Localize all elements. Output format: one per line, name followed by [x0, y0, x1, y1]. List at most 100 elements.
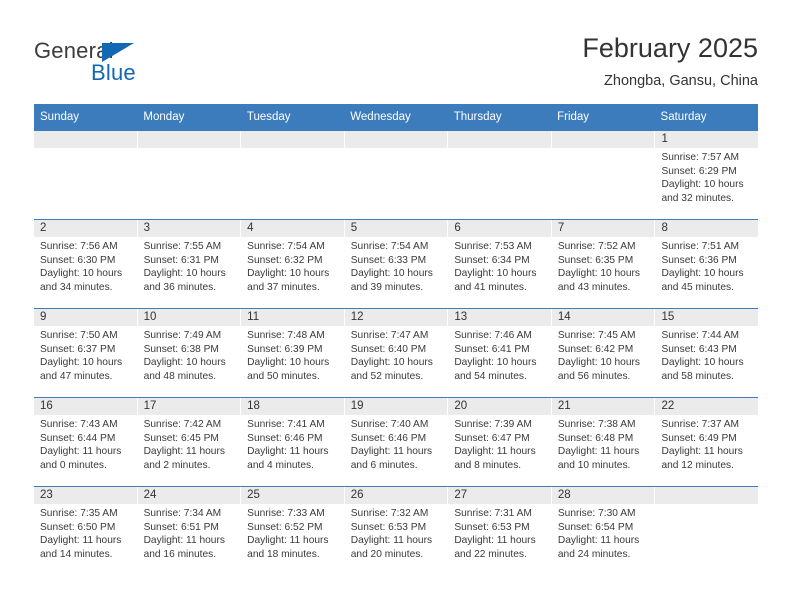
day-number: 11 — [241, 309, 344, 326]
weekday-header-monday: Monday — [143, 111, 185, 123]
day-number: 26 — [344, 487, 448, 504]
day-cell[interactable]: 3 Sunrise: 7:55 AM Sunset: 6:31 PM Dayli… — [137, 220, 242, 308]
day-details: Sunrise: 7:52 AM Sunset: 6:35 PM Dayligh… — [552, 237, 655, 294]
day-cell[interactable]: 23 Sunrise: 7:35 AM Sunset: 6:50 PM Dayl… — [34, 487, 138, 575]
day-details: Sunrise: 7:45 AM Sunset: 6:42 PM Dayligh… — [552, 326, 655, 383]
sunset-text: Sunset: 6:53 PM — [454, 521, 530, 533]
day-cell[interactable]: 8 Sunrise: 7:51 AM Sunset: 6:36 PM Dayli… — [655, 220, 759, 308]
daylight-line1: Daylight: 11 hours — [247, 446, 329, 458]
sunset-text: Sunset: 6:30 PM — [40, 254, 116, 266]
day-number: 1 — [655, 131, 759, 148]
day-cell[interactable] — [344, 131, 449, 219]
week-row: 2 Sunrise: 7:56 AM Sunset: 6:30 PM Dayli… — [34, 219, 759, 308]
day-number: 25 — [241, 487, 344, 504]
day-cell[interactable]: 10 Sunrise: 7:49 AM Sunset: 6:38 PM Dayl… — [137, 309, 242, 397]
sunset-text: Sunset: 6:46 PM — [247, 432, 323, 444]
day-cell[interactable] — [137, 131, 242, 219]
daylight-line1: Daylight: 11 hours — [557, 535, 640, 547]
day-cell[interactable]: 22 Sunrise: 7:37 AM Sunset: 6:49 PM Dayl… — [655, 398, 759, 486]
day-cell[interactable] — [241, 131, 345, 219]
daylight-line2: and 10 minutes. — [557, 459, 631, 471]
sunrise-text: Sunrise: 7:39 AM — [454, 419, 532, 430]
day-cell[interactable] — [34, 131, 138, 219]
day-cell[interactable]: 20 Sunrise: 7:39 AM Sunset: 6:47 PM Dayl… — [448, 398, 552, 486]
sunset-text: Sunset: 6:35 PM — [557, 254, 634, 266]
day-number: 17 — [137, 398, 241, 415]
day-cell[interactable]: 28 Sunrise: 7:30 AM Sunset: 6:54 PM Dayl… — [551, 487, 656, 575]
day-details: Sunrise: 7:50 AM Sunset: 6:37 PM Dayligh… — [34, 326, 137, 383]
daylight-line2: and 58 minutes. — [661, 370, 734, 382]
day-number: 24 — [137, 487, 241, 504]
day-number — [241, 131, 344, 148]
day-cell[interactable] — [448, 131, 552, 219]
day-cell[interactable]: 19 Sunrise: 7:40 AM Sunset: 6:46 PM Dayl… — [344, 398, 449, 486]
day-number: 3 — [137, 220, 241, 237]
daylight-line1: Daylight: 11 hours — [454, 446, 536, 458]
day-cell[interactable]: 15 Sunrise: 7:44 AM Sunset: 6:43 PM Dayl… — [655, 309, 759, 397]
daylight-line2: and 52 minutes. — [350, 370, 424, 382]
sunset-text: Sunset: 6:41 PM — [454, 343, 530, 355]
daylight-line2: and 47 minutes. — [40, 370, 113, 382]
day-number: 13 — [448, 309, 551, 326]
day-cell[interactable]: 26 Sunrise: 7:32 AM Sunset: 6:53 PM Dayl… — [344, 487, 449, 575]
daylight-line2: and 43 minutes. — [557, 281, 631, 293]
day-cell[interactable] — [551, 131, 656, 219]
day-cell[interactable]: 21 Sunrise: 7:38 AM Sunset: 6:48 PM Dayl… — [551, 398, 656, 486]
sunrise-text: Sunrise: 7:44 AM — [661, 330, 740, 341]
day-cell[interactable]: 5 Sunrise: 7:54 AM Sunset: 6:33 PM Dayli… — [344, 220, 449, 308]
sunset-text: Sunset: 6:31 PM — [143, 254, 219, 266]
day-cell[interactable]: 16 Sunrise: 7:43 AM Sunset: 6:44 PM Dayl… — [34, 398, 138, 486]
daylight-line1: Daylight: 11 hours — [143, 446, 225, 458]
sunset-text: Sunset: 6:46 PM — [350, 432, 427, 444]
sunset-text: Sunset: 6:34 PM — [454, 254, 530, 266]
sunrise-text: Sunrise: 7:54 AM — [350, 241, 429, 252]
day-number: 16 — [34, 398, 137, 415]
day-details: Sunrise: 7:30 AM Sunset: 6:54 PM Dayligh… — [552, 504, 655, 561]
day-number: 7 — [551, 220, 655, 237]
daylight-line2: and 41 minutes. — [454, 281, 527, 293]
day-cell[interactable]: 17 Sunrise: 7:42 AM Sunset: 6:45 PM Dayl… — [137, 398, 242, 486]
day-details: Sunrise: 7:33 AM Sunset: 6:52 PM Dayligh… — [241, 504, 344, 561]
daylight-line1: Daylight: 10 hours — [661, 357, 744, 369]
day-number: 14 — [551, 309, 655, 326]
day-cell[interactable]: 11 Sunrise: 7:48 AM Sunset: 6:39 PM Dayl… — [241, 309, 345, 397]
day-cell[interactable]: 25 Sunrise: 7:33 AM Sunset: 6:52 PM Dayl… — [241, 487, 345, 575]
day-cell[interactable]: 2 Sunrise: 7:56 AM Sunset: 6:30 PM Dayli… — [34, 220, 138, 308]
day-number: 23 — [34, 487, 137, 504]
day-cell[interactable]: 13 Sunrise: 7:46 AM Sunset: 6:41 PM Dayl… — [448, 309, 552, 397]
day-details: Sunrise: 7:49 AM Sunset: 6:38 PM Dayligh… — [138, 326, 241, 383]
sunrise-text: Sunrise: 7:49 AM — [143, 330, 222, 341]
daylight-line2: and 0 minutes. — [40, 459, 107, 471]
daylight-line1: Daylight: 10 hours — [247, 357, 330, 369]
day-number: 4 — [241, 220, 344, 237]
daylight-line2: and 39 minutes. — [350, 281, 424, 293]
day-details — [34, 148, 137, 151]
day-cell[interactable]: 7 Sunrise: 7:52 AM Sunset: 6:35 PM Dayli… — [551, 220, 656, 308]
day-number: 8 — [655, 220, 759, 237]
daylight-line2: and 36 minutes. — [143, 281, 217, 293]
sunrise-text: Sunrise: 7:31 AM — [454, 508, 532, 519]
day-cell[interactable]: 1 Sunrise: 7:57 AM Sunset: 6:29 PM Dayli… — [655, 131, 759, 219]
day-cell[interactable]: 9 Sunrise: 7:50 AM Sunset: 6:37 PM Dayli… — [34, 309, 138, 397]
day-number: 27 — [448, 487, 551, 504]
day-cell[interactable]: 27 Sunrise: 7:31 AM Sunset: 6:53 PM Dayl… — [448, 487, 552, 575]
day-details: Sunrise: 7:48 AM Sunset: 6:39 PM Dayligh… — [241, 326, 344, 383]
daylight-line2: and 54 minutes. — [454, 370, 527, 382]
day-cell[interactable]: 24 Sunrise: 7:34 AM Sunset: 6:51 PM Dayl… — [137, 487, 242, 575]
day-cell[interactable] — [655, 487, 759, 575]
day-number: 22 — [655, 398, 759, 415]
daylight-line1: Daylight: 10 hours — [557, 268, 641, 280]
day-cell[interactable]: 14 Sunrise: 7:45 AM Sunset: 6:42 PM Dayl… — [551, 309, 656, 397]
day-cell[interactable]: 6 Sunrise: 7:53 AM Sunset: 6:34 PM Dayli… — [448, 220, 552, 308]
calendar-grid: Sunday Monday Tuesday Wednesday Thursday… — [34, 104, 759, 575]
day-cell[interactable]: 12 Sunrise: 7:47 AM Sunset: 6:40 PM Dayl… — [344, 309, 449, 397]
day-cell[interactable]: 18 Sunrise: 7:41 AM Sunset: 6:46 PM Dayl… — [241, 398, 345, 486]
daylight-line1: Daylight: 10 hours — [350, 268, 433, 280]
day-number — [344, 131, 448, 148]
sunset-text: Sunset: 6:37 PM — [40, 343, 116, 355]
day-details — [448, 148, 551, 151]
weekday-header-sunday: Sunday — [40, 111, 80, 123]
day-number — [551, 131, 655, 148]
weekday-header-tuesday: Tuesday — [246, 111, 291, 123]
day-cell[interactable]: 4 Sunrise: 7:54 AM Sunset: 6:32 PM Dayli… — [241, 220, 345, 308]
